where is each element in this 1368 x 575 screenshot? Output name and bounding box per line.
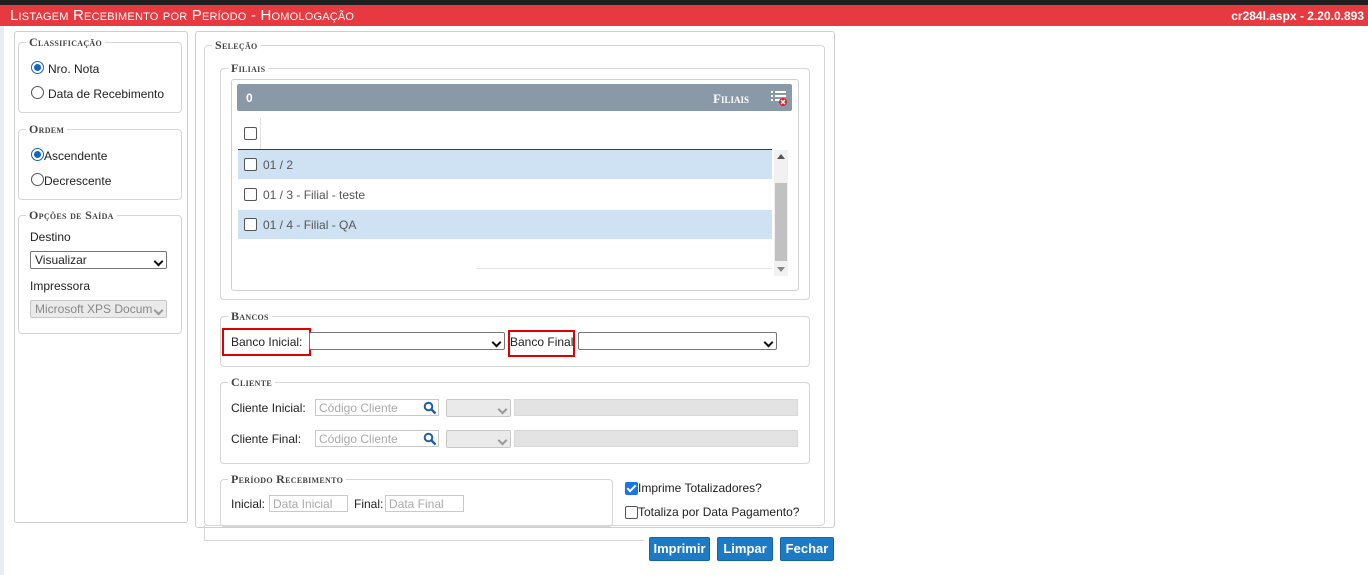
data-final-placeholder: Data Final (389, 497, 444, 511)
filial-label: 01 / 4 - Filial - QA (263, 218, 357, 232)
periodo-legend: Período Recebimento (231, 472, 344, 486)
classificacao-legend: Classificação (29, 35, 103, 49)
ordem-legend: Ordem (29, 122, 65, 136)
chevron-down-icon (497, 404, 508, 415)
version-label: cr284l.aspx - 2.20.0.893 (1231, 9, 1364, 23)
filial-label: 01 / 2 (263, 158, 294, 172)
filial-checkbox[interactable] (244, 158, 257, 171)
cliente-final-input[interactable]: Código Cliente (315, 430, 439, 447)
scrollbar-thumb[interactable] (775, 183, 787, 261)
destino-value: Visualizar (35, 253, 87, 267)
classificacao-group: Classificação (18, 35, 182, 113)
filial-row[interactable]: 01 / 4 - Filial - QA (238, 210, 772, 239)
chevron-down-icon (153, 256, 164, 267)
filiais-legend: Filiais (231, 61, 266, 75)
cliente-final-label: Cliente Final: (231, 432, 302, 446)
cliente-final-name (514, 430, 798, 447)
grid-bottom-line (476, 268, 772, 269)
cliente-final-select[interactable] (446, 430, 511, 448)
title-bar: Listagem Recebimento por Período - Homol… (0, 5, 1368, 26)
bancos-legend: Bancos (231, 309, 269, 323)
scroll-up-icon[interactable] (777, 154, 785, 159)
filial-checkbox[interactable] (244, 218, 257, 231)
filial-row[interactable]: 01 / 3 - Filial - teste (238, 180, 772, 209)
cliente-inicial-select[interactable] (446, 399, 511, 417)
cliente-inicial-name (514, 399, 798, 416)
page-title: Listagem Recebimento por Período - Homol… (10, 7, 355, 24)
cliente-legend: Cliente (231, 375, 273, 389)
chevron-down-icon (763, 337, 774, 348)
cliente-group: Cliente (220, 375, 810, 464)
chevron-down-icon (153, 305, 164, 316)
fechar-button[interactable]: Fechar (780, 537, 834, 561)
clear-filter-icon[interactable] (770, 89, 788, 107)
imprimir-button[interactable]: Imprimir (649, 537, 710, 561)
ascendente-label: Ascendente (44, 149, 108, 163)
cliente-inicial-placeholder: Código Cliente (319, 401, 398, 415)
chevron-down-icon (497, 435, 508, 446)
radio-data-recebimento[interactable] (31, 86, 44, 99)
filiais-scrollbar[interactable] (774, 150, 788, 276)
select-all-row (238, 118, 772, 150)
column-divider (260, 118, 261, 149)
cliente-final-placeholder: Código Cliente (319, 432, 398, 446)
radio-decrescente[interactable] (31, 173, 44, 186)
decrescente-label: Decrescente (44, 174, 112, 188)
imprime-totalizadores-checkbox[interactable] (625, 482, 638, 495)
chevron-down-icon (491, 337, 502, 348)
data-inicial-input[interactable]: Data Inicial (269, 495, 348, 512)
selection-bottom-line (204, 540, 644, 541)
radio-nro-nota[interactable] (31, 61, 44, 74)
imprime-totalizadores-label: Imprime Totalizadores? (638, 481, 762, 495)
selection-bottom-border (204, 525, 205, 540)
impressora-label: Impressora (30, 279, 91, 293)
search-icon[interactable] (423, 432, 437, 446)
data-inicial-placeholder: Data Inicial (273, 497, 333, 511)
cliente-inicial-label: Cliente Inicial: (231, 401, 306, 415)
scroll-down-icon[interactable] (777, 267, 785, 272)
filiais-count: 0 (246, 91, 253, 105)
filiais-grid-title: Filiais (713, 91, 749, 106)
radio-ascendente[interactable] (31, 148, 44, 161)
limpar-button[interactable]: Limpar (717, 537, 773, 561)
destino-select[interactable]: Visualizar (30, 251, 167, 269)
banco-final-select[interactable] (578, 332, 777, 350)
periodo-inicial-label: Inicial: (231, 497, 266, 511)
banco-inicial-select[interactable] (309, 332, 505, 350)
selecao-legend: Seleção (215, 38, 258, 52)
periodo-final-label: Final: (354, 497, 384, 511)
select-all-checkbox[interactable] (244, 127, 257, 140)
impressora-value: Microsoft XPS Docum (35, 302, 153, 316)
filial-row[interactable]: 01 / 2 (238, 150, 772, 179)
data-recebimento-label: Data de Recebimento (48, 87, 165, 101)
banco-inicial-label: Banco Inicial: (231, 335, 303, 349)
left-edge (0, 26, 4, 575)
cliente-inicial-input[interactable]: Código Cliente (315, 399, 439, 416)
banco-final-label: Banco Final (510, 335, 574, 349)
filial-label: 01 / 3 - Filial - teste (263, 188, 366, 202)
search-icon[interactable] (423, 401, 437, 415)
totaliza-data-pagamento-checkbox[interactable] (625, 506, 638, 519)
impressora-select[interactable]: Microsoft XPS Docum (30, 300, 167, 318)
nro-nota-label: Nro. Nota (48, 62, 100, 76)
opcoes-saida-legend: Opções de Saída (29, 208, 114, 222)
filiais-grid-header: 0 Filiais (237, 84, 792, 111)
totaliza-data-pagamento-label: Totaliza por Data Pagamento? (638, 505, 800, 519)
data-final-input[interactable]: Data Final (385, 495, 464, 512)
destino-label: Destino (30, 230, 71, 244)
filial-checkbox[interactable] (244, 188, 257, 201)
